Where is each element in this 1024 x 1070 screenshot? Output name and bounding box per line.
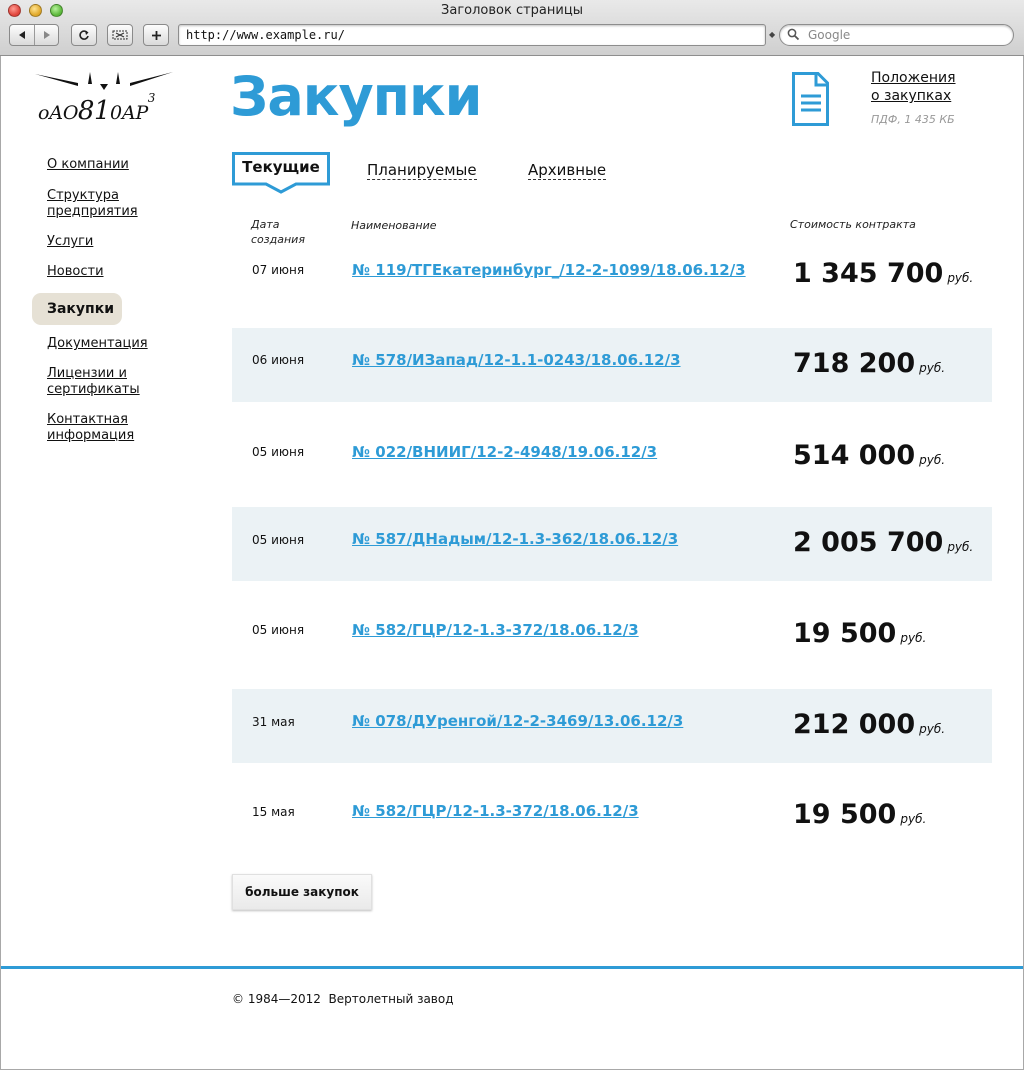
add-bookmark-button[interactable] (144, 25, 168, 45)
row-price: 19 500 руб. (793, 618, 926, 649)
table-row: 31 мая № 078/ДУренгой/12-2-3469/13.06.12… (232, 689, 992, 763)
row-price: 718 200 руб. (793, 348, 945, 379)
minimize-window-button[interactable] (29, 4, 42, 17)
row-date: 05 июня (252, 623, 305, 637)
browser-toolbar: Заголовок страницы http://www.example.ru… (0, 0, 1024, 56)
more-purchases-button[interactable]: больше закупок (232, 874, 372, 910)
row-price: 2 005 700 руб. (793, 527, 973, 558)
column-header-name: Наименование (351, 219, 437, 232)
close-window-button[interactable] (8, 4, 21, 17)
row-date: 05 июня (252, 445, 305, 459)
company-logo-text[interactable]: оАО810АР3 (38, 91, 155, 126)
footer-divider (1, 966, 1023, 969)
sidebar-item-services[interactable]: Услуги (47, 234, 93, 250)
table-row: 05 июня № 582/ГЦР/12-1.3-372/18.06.12/3 … (232, 598, 992, 672)
window-title: Заголовок страницы (441, 3, 583, 18)
row-date: 15 мая (252, 805, 295, 819)
logo-text-prefix: оАО (38, 102, 78, 124)
price-value: 19 500 (793, 799, 897, 830)
sidebar-item-about[interactable]: О компании (47, 157, 129, 173)
footer-copyright: © 1984—2012 Вертолетный завод (232, 992, 454, 1006)
row-price: 212 000 руб. (793, 709, 945, 740)
sidebar-item-news[interactable]: Новости (47, 264, 104, 280)
webclip-button[interactable] (108, 25, 132, 45)
page-title: Закупки (230, 65, 482, 128)
price-currency: руб. (947, 540, 974, 554)
document-icon[interactable] (792, 72, 829, 126)
reload-button[interactable] (72, 25, 96, 45)
row-name-link[interactable]: № 587/ДНадым/12-1.3-362/18.06.12/3 (352, 530, 678, 548)
row-price: 1 345 700 руб. (793, 258, 973, 289)
row-date: 31 мая (252, 715, 295, 729)
sidebar-item-contacts[interactable]: Контактная информация (47, 412, 147, 444)
doc-link-line1: Положения (871, 70, 956, 86)
logo-text-big: 8 (77, 96, 95, 126)
row-name-link[interactable]: № 582/ГЦР/12-1.3-372/18.06.12/3 (352, 802, 639, 820)
search-icon (787, 28, 800, 41)
price-value: 212 000 (793, 709, 916, 740)
table-row: 07 июня № 119/ТГЕкатеринбург_/12-2-1099/… (232, 238, 992, 312)
row-date: 07 июня (252, 263, 305, 277)
table-row: 05 июня № 022/ВНИИГ/12-2-4948/19.06.12/3… (232, 420, 992, 494)
logo-text-mid: 1 (93, 96, 111, 126)
logo-text-sup: 3 (147, 90, 156, 105)
table-row: 05 июня № 587/ДНадым/12-1.3-362/18.06.12… (232, 507, 992, 581)
price-currency: руб. (919, 361, 946, 375)
history-buttons (9, 24, 59, 46)
address-bar[interactable]: http://www.example.ru/ (178, 24, 766, 46)
row-name-link[interactable]: № 078/ДУренгой/12-2-3469/13.06.12/3 (352, 712, 683, 730)
doc-file-info: ПДФ, 1 435 КБ (871, 113, 955, 126)
sidebar-item-documentation[interactable]: Документация (47, 336, 148, 352)
row-price: 19 500 руб. (793, 799, 926, 830)
price-value: 1 345 700 (793, 258, 944, 289)
back-button[interactable] (10, 25, 34, 45)
new-tab-group (143, 24, 169, 46)
sidebar-item-licenses[interactable]: Лицензии и сертификаты (47, 366, 147, 398)
price-value: 718 200 (793, 348, 916, 379)
price-currency: руб. (947, 271, 974, 285)
snip-group (107, 24, 133, 46)
logo-text-suffix: 0АР (110, 102, 148, 124)
price-value: 2 005 700 (793, 527, 944, 558)
tab-archived[interactable]: Архивные (528, 161, 607, 180)
sidebar-item-purchases[interactable]: Закупки (32, 293, 122, 325)
row-name-link[interactable]: № 022/ВНИИГ/12-2-4948/19.06.12/3 (352, 443, 657, 461)
row-name-link[interactable]: № 119/ТГЕкатеринбург_/12-2-1099/18.06.12… (352, 261, 746, 279)
price-value: 514 000 (793, 440, 916, 471)
search-input[interactable]: Google (779, 24, 1014, 46)
column-header-price: Стоимость контракта (790, 218, 916, 231)
arrow-right-icon (43, 31, 50, 39)
price-currency: руб. (900, 631, 927, 645)
address-dropdown-icon[interactable]: ◆ (769, 30, 775, 39)
tab-planned[interactable]: Планируемые (367, 161, 477, 180)
forward-button[interactable] (34, 25, 58, 45)
price-currency: руб. (919, 722, 946, 736)
procurement-regulations-link[interactable]: Положения о закупках (871, 69, 956, 105)
reload-icon (79, 30, 89, 40)
table-row: 15 мая № 582/ГЦР/12-1.3-372/18.06.12/3 1… (232, 779, 992, 853)
row-name-link[interactable]: № 582/ГЦР/12-1.3-372/18.06.12/3 (352, 621, 639, 639)
tab-current[interactable]: Текущие (232, 158, 330, 176)
row-date: 06 июня (252, 353, 305, 367)
arrow-left-icon (19, 31, 25, 39)
row-name-link[interactable]: № 578/ИЗапад/12-1.1-0243/18.06.12/3 (352, 351, 681, 369)
table-row: 06 июня № 578/ИЗапад/12-1.1-0243/18.06.1… (232, 328, 992, 402)
reload-group (71, 24, 97, 46)
doc-link-line2: о закупках (871, 88, 952, 104)
scissors-icon (112, 30, 128, 40)
row-price: 514 000 руб. (793, 440, 945, 471)
price-value: 19 500 (793, 618, 897, 649)
row-date: 05 июня (252, 533, 305, 547)
search-placeholder: Google (808, 28, 851, 42)
zoom-window-button[interactable] (50, 4, 63, 17)
price-currency: руб. (900, 812, 927, 826)
sidebar-item-structure[interactable]: Структура предприятия (47, 188, 147, 220)
plus-icon (151, 30, 161, 40)
price-currency: руб. (919, 453, 946, 467)
